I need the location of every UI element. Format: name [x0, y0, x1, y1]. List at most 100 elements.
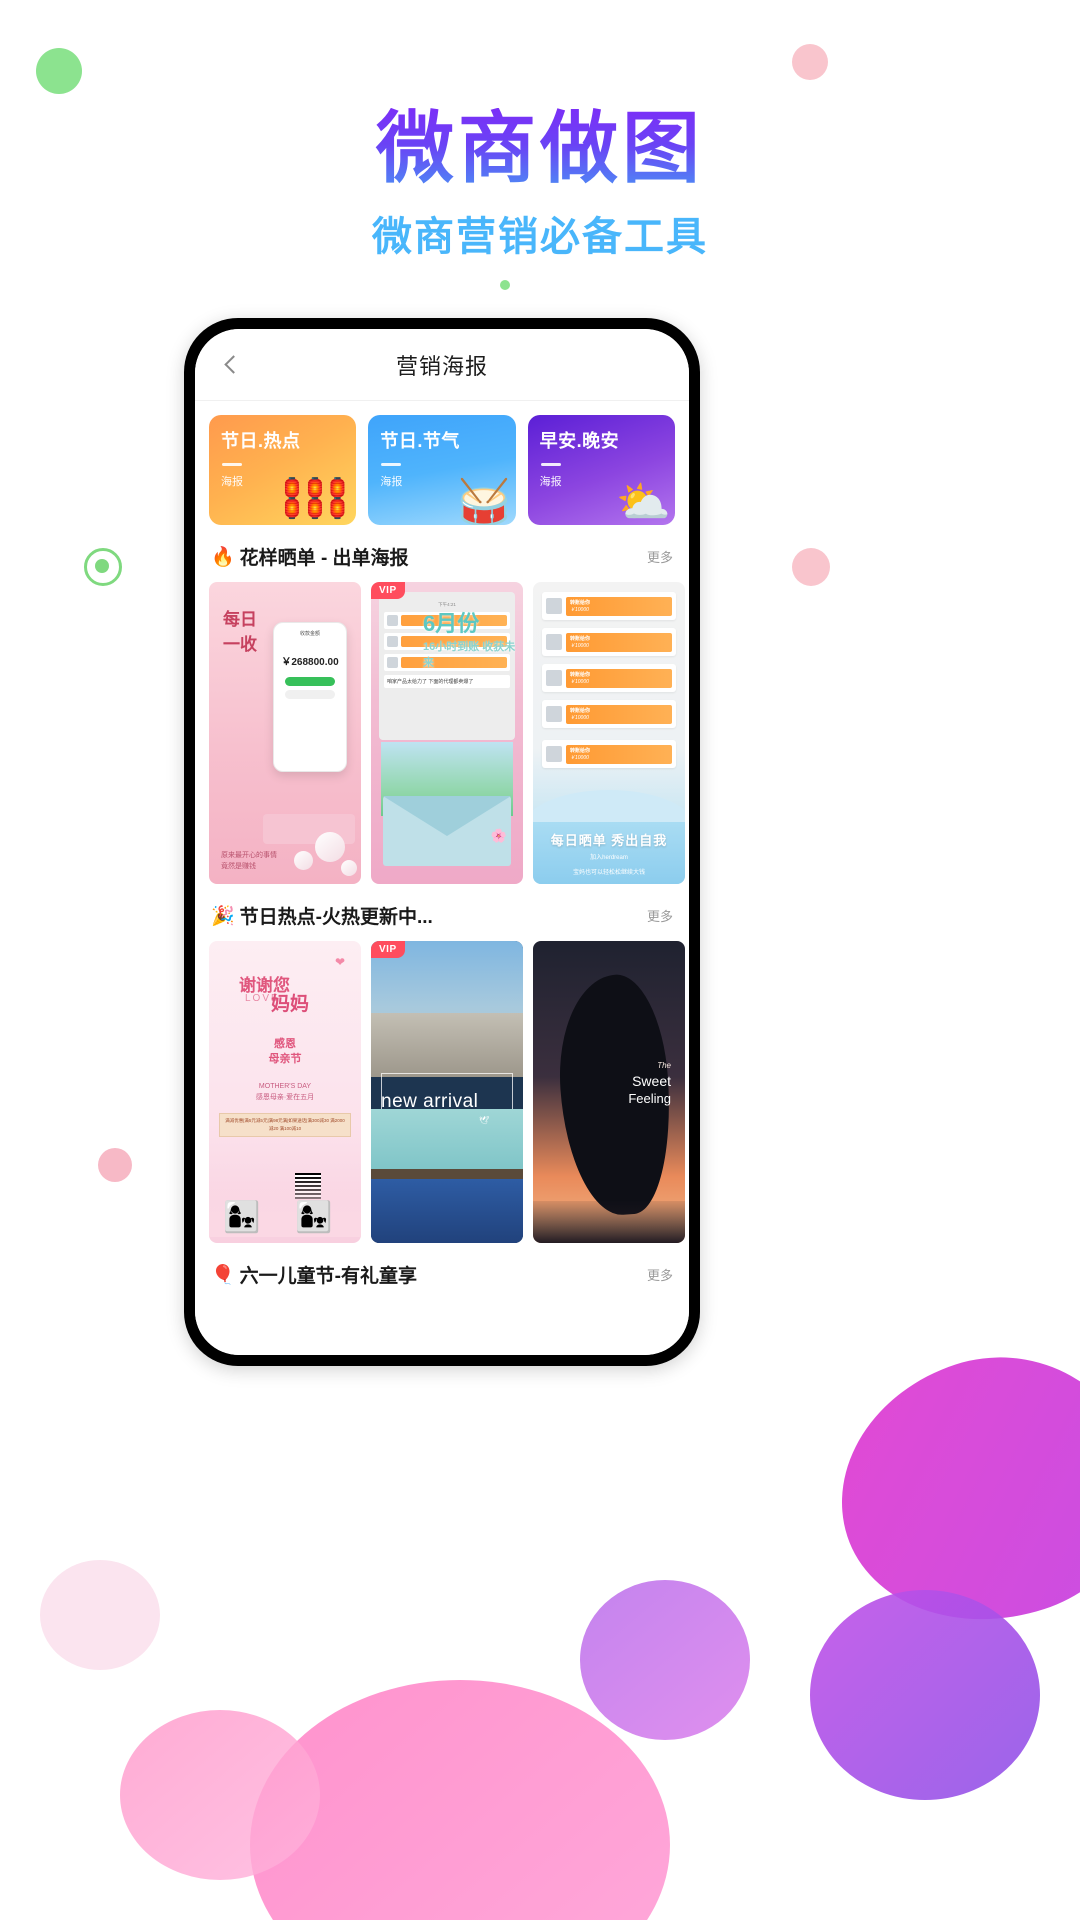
poster-footer: 每日晒单 秀出自我 加入herdream 宝妈也可以轻松松继续大钱: [533, 822, 685, 884]
poster-car-photo: [371, 1109, 523, 1177]
poster-card-mothers-day[interactable]: ❤ 谢谢您 LOVE 妈妈 感恩 母亲节 MOTHER'S DAY 感恩母亲·爱…: [209, 941, 361, 1243]
party-popper-icon: 🎉: [211, 905, 235, 927]
avatar: [387, 657, 398, 668]
poster-mama-text: 妈妈: [271, 994, 310, 1015]
poster-ball: [341, 860, 357, 876]
section-title-3: 🎈 六一儿童节-有礼童享: [211, 1261, 417, 1288]
mock-amount: ￥268800.00: [281, 657, 339, 668]
category-card-row: 节日.热点 海报 🏮🏮🏮 🏮🏮🏮 节日.节气 海报 🥁 早安.晚安 海报 ⛅: [195, 415, 689, 525]
poster-sub2: 宝妈也可以轻松松继续大钱: [572, 869, 645, 876]
poster-footer-line1: 原来最开心的事情: [221, 852, 277, 859]
decor-circle-pink-top-right: [792, 44, 828, 80]
page-title: 微商做图: [0, 107, 1080, 190]
category-divider: [540, 463, 561, 466]
heart-icon: ❤: [334, 955, 345, 969]
festival-line2: 母亲节: [268, 1053, 302, 1066]
poster-card-sweet-feeling[interactable]: The Sweet Feeling: [533, 941, 685, 1243]
transfer-row: 转账给你 ￥10000: [542, 664, 676, 692]
category-card-festival-hot[interactable]: 节日.热点 海报 🏮🏮🏮 🏮🏮🏮: [209, 415, 357, 525]
more-link-2[interactable]: 更多: [647, 906, 673, 925]
transfer-amount: ￥10000: [570, 679, 589, 685]
avatar: [387, 615, 398, 626]
transfer-title: 转账给你: [570, 672, 591, 678]
decor-circle-pink-right: [792, 548, 830, 586]
transfer-amount: ￥10000: [570, 755, 589, 761]
decor-blob-violet: [580, 1580, 750, 1740]
poster-festival-text: 感恩 母亲节: [209, 1037, 361, 1068]
poster-skyline: [533, 1201, 685, 1243]
vip-badge: VIP: [371, 941, 405, 958]
balloon-icon: 🎈: [211, 1264, 235, 1286]
section-title-1: 🔥 花样晒单 - 出单海报: [211, 543, 409, 570]
section-title-text: 花样晒单 - 出单海报: [239, 548, 409, 569]
category-divider: [222, 463, 242, 466]
poster-card-transfer-list[interactable]: 转账给你 ￥10000 转账给你 ￥10000 转账给你 ￥10000 转账给你…: [533, 582, 685, 884]
decor-blob-pale: [40, 1560, 160, 1670]
poster-ball: [315, 832, 345, 862]
chat-message: 咱家产品太给力了 下面的代理都卖爆了: [384, 675, 510, 688]
scroll-content[interactable]: 节日.热点 海报 🏮🏮🏮 🏮🏮🏮 节日.节气 海报 🥁 早安.晚安 海报 ⛅ 🔥…: [195, 401, 689, 1355]
transfer-card: 转账给你 ￥10000: [566, 596, 672, 616]
transfer-card: 转账给你 ￥10000: [566, 704, 672, 724]
poster-promo-text: 满减优惠|满5元减5元|满98元满|如果送话|满300减30 满2000减20 …: [219, 1113, 351, 1137]
festival-line1: 感恩: [274, 1038, 296, 1050]
category-title: 节日.节气: [380, 431, 460, 451]
poster-card-new-arrival[interactable]: VIP new arrival 🕊: [371, 941, 523, 1243]
transfer-row: 转账给你 ￥10000: [542, 628, 676, 656]
poster-cityscape: [371, 1013, 523, 1077]
poster-row-2[interactable]: ❤ 谢谢您 LOVE 妈妈 感恩 母亲节 MOTHER'S DAY 感恩母亲·爱…: [195, 941, 689, 1243]
avatar: [546, 746, 562, 762]
poster-en-block: MOTHER'S DAY 感恩母亲·爱在五月: [209, 1081, 361, 1103]
vip-badge: VIP: [371, 582, 405, 599]
poster-month-sub: 16小时到账 收获未来: [423, 641, 516, 669]
poster-card-daily-income[interactable]: 每日一收 收款金额 ￥268800.00 原来最开心的事情 竟然是赚钱: [209, 582, 361, 884]
phone-mockup: 营销海报 节日.热点 海报 🏮🏮🏮 🏮🏮🏮 节日.节气 海报 🥁 早安.晚安 海…: [184, 318, 700, 1366]
transfer-title: 转账给你: [570, 708, 591, 714]
mother-child-figure: 👩‍👧: [295, 1201, 333, 1234]
transfer-card: 转账给你 ￥10000: [566, 632, 672, 652]
phone-screen: 营销海报 节日.热点 海报 🏮🏮🏮 🏮🏮🏮 节日.节气 海报 🥁 早安.晚安 海…: [195, 329, 689, 1355]
cherry-blossom-icon: 🌸: [490, 828, 507, 843]
poster-footer-line2: 竟然是赚钱: [221, 862, 256, 870]
bird-icon: 🕊: [478, 1116, 489, 1125]
transfer-amount: ￥10000: [570, 607, 589, 613]
avatar: [387, 636, 398, 647]
avatar: [546, 670, 562, 686]
transfer-row: 转账给你 ￥10000: [542, 740, 676, 768]
mock-primary-button: [285, 677, 335, 686]
transfer-row: 转账给你 ￥10000: [542, 592, 676, 620]
lantern-icon: 🏮🏮🏮 🏮🏮🏮: [279, 478, 351, 520]
section-header-2: 🎉 节日热点-火热更新中... 更多: [195, 884, 689, 941]
mother-child-figure: 👩‍👧: [223, 1201, 261, 1234]
decor-circle-green-top-left: [36, 48, 82, 94]
app-navbar: 营销海报: [195, 329, 689, 401]
more-link-3[interactable]: 更多: [647, 1265, 673, 1284]
transfer-card: 转账给你 ￥10000: [566, 744, 672, 764]
section-title-text: 节日热点-火热更新中...: [239, 907, 433, 928]
category-title: 早安.晚安: [539, 431, 620, 451]
poster-en-sub: 感恩母亲·爱在五月: [255, 1094, 315, 1102]
mock-secondary-button: [285, 690, 335, 699]
poster-phone-mock: 收款金额 ￥268800.00: [273, 622, 347, 772]
decor-ring-green: [84, 548, 122, 586]
sun-cloud-icon: ⛅: [616, 478, 671, 525]
poster-card-june-envelope[interactable]: VIP 下午4:21 咱家产品太给力了 下面的代理都卖爆了 6月份 16小时到账…: [371, 582, 523, 884]
avatar: [546, 598, 562, 614]
poster-month-title: 6月份 16小时到账 收获未来: [423, 606, 523, 670]
page-subtitle: 微商营销必备工具: [372, 214, 708, 259]
poster-sea-photo: [371, 1173, 523, 1243]
section-title-2: 🎉 节日热点-火热更新中...: [211, 902, 433, 929]
transfer-title: 转账给你: [570, 748, 591, 754]
poster-line-the: The: [657, 1061, 671, 1070]
poster-ball: [294, 851, 313, 870]
poster-footer-text: 原来最开心的事情 竟然是赚钱: [221, 851, 277, 872]
poster-row-1[interactable]: 每日一收 收款金额 ￥268800.00 原来最开心的事情 竟然是赚钱 VIP …: [195, 582, 689, 884]
drum-icon: 🥁: [456, 478, 512, 525]
category-card-morning-night[interactable]: 早安.晚安 海报 ⛅: [527, 415, 675, 525]
decor-dot-green: [500, 280, 510, 290]
decor-blob-pink-mid: [120, 1710, 320, 1880]
more-link-1[interactable]: 更多: [647, 547, 673, 566]
category-card-solar-terms[interactable]: 节日.节气 海报 🥁: [368, 415, 516, 525]
poster-line-feeling: Feeling: [628, 1091, 671, 1106]
transfer-amount: ￥10000: [570, 643, 589, 649]
